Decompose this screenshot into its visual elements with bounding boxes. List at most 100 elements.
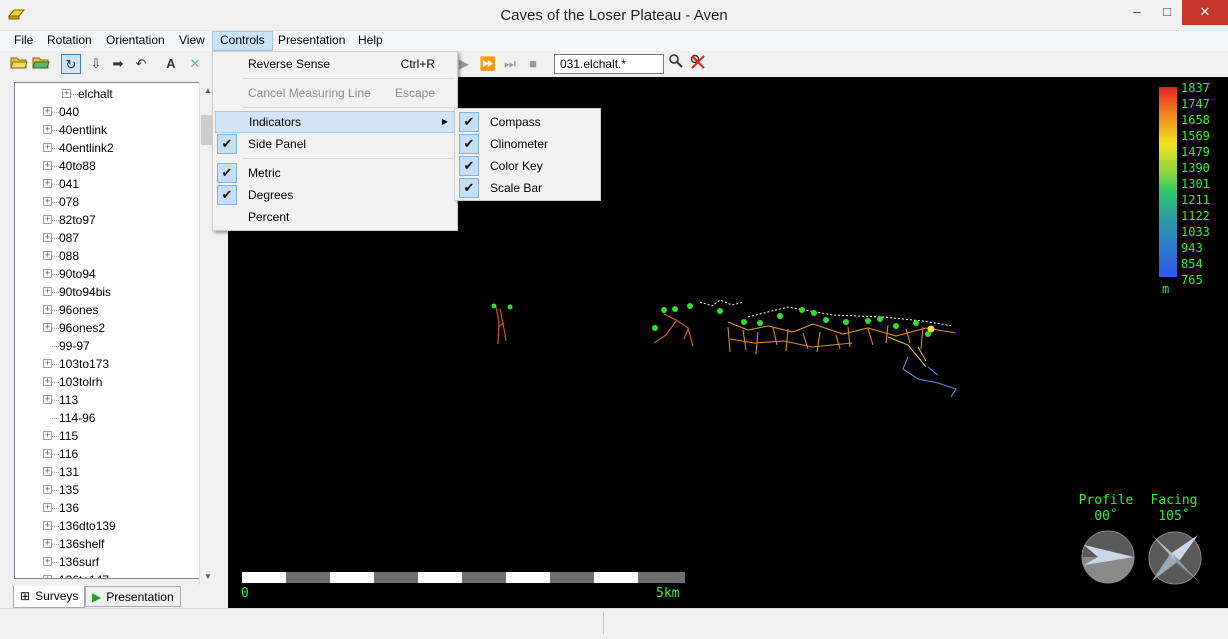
minimize-button[interactable]: –: [1122, 0, 1152, 25]
expand-icon[interactable]: +: [43, 467, 52, 476]
menu-item-reverse-sense[interactable]: Reverse Sense Ctrl+R: [215, 53, 455, 75]
stop-icon[interactable]: ■: [523, 54, 543, 74]
tree-item-label: 113: [59, 393, 79, 407]
scale-max-label: 5km: [656, 586, 680, 601]
menu-item-degrees[interactable]: ✔ Degrees: [215, 184, 455, 206]
menu-item-compass[interactable]: ✔ Compass: [457, 111, 598, 133]
expand-icon[interactable]: +: [43, 503, 52, 512]
expand-icon[interactable]: +: [43, 251, 52, 260]
menu-item-percent[interactable]: Percent: [215, 206, 455, 228]
tree-item[interactable]: 114-96: [15, 409, 214, 427]
expand-icon[interactable]: +: [43, 197, 52, 206]
tab-surveys[interactable]: ⊞ Surveys: [13, 586, 86, 608]
expand-icon[interactable]: +: [43, 521, 52, 530]
tree-item[interactable]: +078: [15, 193, 214, 211]
expand-icon[interactable]: +: [43, 269, 52, 278]
menu-orientation[interactable]: Orientation: [99, 31, 172, 51]
menu-help[interactable]: Help: [351, 31, 390, 51]
tree-item[interactable]: +113: [15, 391, 214, 409]
tree-item[interactable]: +131: [15, 463, 214, 481]
expand-icon[interactable]: +: [43, 377, 52, 386]
expand-icon[interactable]: +: [43, 161, 52, 170]
crosses-icon[interactable]: ✕: [185, 54, 205, 74]
expand-icon[interactable]: +: [62, 89, 71, 98]
open-icon[interactable]: [9, 54, 29, 74]
tree-item-label: 40entlink2: [59, 141, 114, 155]
tree-item-label: 99-97: [59, 339, 90, 353]
expand-icon[interactable]: +: [43, 215, 52, 224]
tree-item[interactable]: + elchalt: [15, 85, 214, 103]
menu-item-cancel-measuring-line[interactable]: Cancel Measuring Line Escape: [215, 82, 455, 104]
survey-tree[interactable]: + elchalt +040 +40entlink +40entlink2 +40to88…: [14, 82, 215, 579]
tree-item[interactable]: +136to147: [15, 571, 214, 578]
tree-item[interactable]: +40entlink2: [15, 139, 214, 157]
tree-item[interactable]: +136surf: [15, 553, 214, 571]
menu-item-scale-bar[interactable]: ✔ Scale Bar: [457, 177, 598, 199]
menu-view[interactable]: View: [172, 31, 212, 51]
expand-icon[interactable]: +: [43, 539, 52, 548]
menu-item-indicators[interactable]: Indicators ▶: [215, 111, 455, 133]
expand-icon[interactable]: +: [43, 287, 52, 296]
rotate-icon[interactable]: ↻: [61, 54, 81, 74]
search-icon[interactable]: [666, 54, 686, 74]
maximize-button[interactable]: □: [1152, 0, 1182, 25]
tree-item[interactable]: 99-97: [15, 337, 214, 355]
expand-icon[interactable]: +: [43, 179, 52, 188]
menu-item-side-panel[interactable]: ✔ Side Panel: [215, 133, 455, 155]
tree-item[interactable]: +087: [15, 229, 214, 247]
expand-icon[interactable]: +: [43, 359, 52, 368]
side-panel: + elchalt +040 +40entlink +40entlink2 +40to88…: [0, 77, 228, 609]
tree-item[interactable]: +115: [15, 427, 214, 445]
open-presentation-icon[interactable]: [31, 54, 51, 74]
tree-item[interactable]: +96ones: [15, 301, 214, 319]
menu-item-clinometer[interactable]: ✔ Clinometer: [457, 133, 598, 155]
expand-icon[interactable]: +: [43, 323, 52, 332]
move-down-icon[interactable]: ⇩: [86, 54, 106, 74]
clear-search-icon[interactable]: [688, 54, 708, 74]
tree-item[interactable]: +041: [15, 175, 214, 193]
expand-icon[interactable]: +: [43, 431, 52, 440]
expand-icon[interactable]: +: [43, 557, 52, 566]
menu-rotation[interactable]: Rotation: [40, 31, 99, 51]
menu-presentation[interactable]: Presentation: [271, 31, 352, 51]
tree-item[interactable]: +136shelf: [15, 535, 214, 553]
menu-item-color-key[interactable]: ✔ Color Key: [457, 155, 598, 177]
expand-icon[interactable]: +: [43, 395, 52, 404]
expand-icon[interactable]: +: [43, 233, 52, 242]
tree-item[interactable]: +136dto139: [15, 517, 214, 535]
tree-item[interactable]: +103to173: [15, 355, 214, 373]
tab-presentation[interactable]: ▶ Presentation: [85, 586, 181, 607]
faster-forward-icon[interactable]: ⏭: [500, 54, 520, 74]
menu-item-metric[interactable]: ✔ Metric: [215, 162, 455, 184]
undo-icon[interactable]: ↶: [131, 54, 151, 74]
tree-item[interactable]: +96ones2: [15, 319, 214, 337]
tree-item[interactable]: +088: [15, 247, 214, 265]
tree-item[interactable]: +136: [15, 499, 214, 517]
tree-item[interactable]: +40to88: [15, 157, 214, 175]
scroll-down-icon[interactable]: ▼: [200, 568, 216, 585]
tree-item[interactable]: +040: [15, 103, 214, 121]
expand-icon[interactable]: +: [43, 485, 52, 494]
expand-icon[interactable]: +: [43, 125, 52, 134]
labels-icon[interactable]: A: [161, 54, 181, 74]
menu-controls[interactable]: Controls: [212, 31, 273, 51]
tree-item[interactable]: +116: [15, 445, 214, 463]
menu-bar: File Rotation Orientation View Controls …: [0, 31, 1228, 51]
expand-icon[interactable]: +: [43, 143, 52, 152]
indicators-submenu: ✔ Compass ✔ Clinometer ✔ Color Key ✔ Sca…: [454, 108, 601, 201]
tree-item[interactable]: +40entlink: [15, 121, 214, 139]
find-input[interactable]: 031.elchalt.*: [554, 54, 664, 74]
expand-icon[interactable]: +: [43, 449, 52, 458]
fast-forward-icon[interactable]: ⏩: [478, 54, 498, 74]
tree-item[interactable]: +82to97: [15, 211, 214, 229]
menu-file[interactable]: File: [7, 31, 40, 51]
tree-item[interactable]: +90to94bis: [15, 283, 214, 301]
expand-icon[interactable]: +: [43, 305, 52, 314]
close-button[interactable]: ✕: [1182, 0, 1228, 25]
tree-item[interactable]: +90to94: [15, 265, 214, 283]
expand-icon[interactable]: +: [43, 107, 52, 116]
move-right-icon[interactable]: ➡: [108, 54, 128, 74]
tree-item[interactable]: +103tolrh: [15, 373, 214, 391]
tree-item[interactable]: +135: [15, 481, 214, 499]
expand-icon[interactable]: +: [43, 575, 52, 578]
